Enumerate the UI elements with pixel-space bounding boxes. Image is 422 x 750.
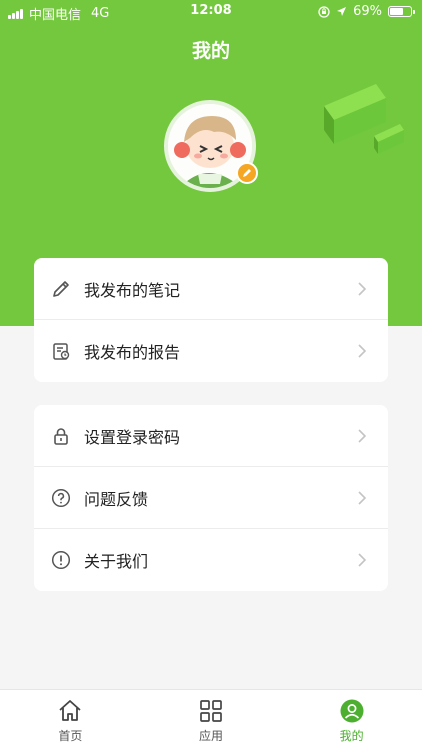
menu-item-about-us[interactable]: 关于我们 (34, 529, 388, 591)
tab-home[interactable]: 首页 (0, 690, 141, 750)
location-icon (337, 7, 347, 16)
menu-item-my-notes[interactable]: 我发布的笔记 (34, 258, 388, 320)
lock-icon (50, 425, 72, 447)
grid-icon (200, 700, 222, 722)
battery-icon (388, 6, 415, 17)
menu-item-label: 我发布的报告 (84, 343, 181, 362)
tab-apps[interactable]: 应用 (141, 690, 282, 750)
page-title: 我的 (191, 40, 230, 62)
chevron-right-icon (358, 281, 367, 296)
pencil-icon (50, 278, 72, 300)
bottom-tab-bar: 首页 应用 我的 (0, 689, 422, 750)
chevron-right-icon (358, 344, 367, 358)
tab-label: 应用 (199, 729, 224, 743)
menu-item-label: 我发布的笔记 (84, 280, 181, 300)
menu-item-label: 设置登录密码 (84, 427, 181, 447)
chevron-right-icon (358, 428, 367, 443)
avatar-container[interactable] (164, 100, 258, 192)
info-icon (50, 549, 72, 571)
decorative-blocks-icon (324, 84, 404, 154)
chevron-right-icon (358, 490, 367, 505)
tab-label: 我的 (339, 729, 364, 743)
tab-mine[interactable]: 我的 (281, 690, 422, 750)
menu-item-my-reports[interactable]: 我发布的报告 (34, 320, 388, 382)
menu-item-set-password[interactable]: 设置登录密码 (34, 405, 388, 467)
menu-item-label: 问题反馈 (84, 489, 149, 509)
battery-percent: 69% (353, 4, 382, 19)
menu-card-publications: 我发布的笔记 我发布的报告 (34, 258, 388, 382)
report-icon (50, 340, 72, 362)
edit-avatar-button[interactable] (236, 162, 258, 184)
user-icon (340, 699, 364, 723)
home-icon (59, 700, 81, 721)
menu-card-settings: 设置登录密码 问题反馈 关于我们 (34, 405, 388, 591)
status-bar: 中国电信 4G 12:08 69% (0, 0, 422, 23)
chevron-right-icon (358, 553, 367, 567)
orientation-lock-icon (318, 5, 330, 18)
question-icon (50, 487, 72, 509)
tab-label: 首页 (58, 729, 83, 743)
pencil-icon (243, 169, 251, 177)
menu-item-feedback[interactable]: 问题反馈 (34, 467, 388, 529)
menu-item-label: 关于我们 (84, 552, 149, 571)
